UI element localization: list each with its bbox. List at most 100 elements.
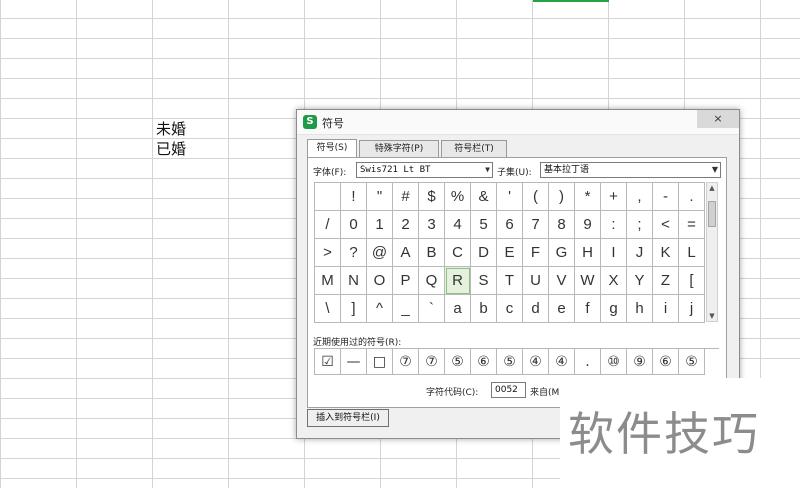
subset-select[interactable]: 基本拉丁语 ▼ bbox=[540, 162, 721, 178]
recent-symbol-cell[interactable]: — bbox=[341, 349, 367, 375]
dialog-titlebar[interactable]: S 符号 × bbox=[297, 110, 739, 135]
symbol-cell[interactable]: : bbox=[601, 211, 627, 239]
cell-unmarried[interactable]: 未婚 bbox=[156, 119, 186, 139]
tab-symbol-bar[interactable]: 符号栏(T) bbox=[441, 140, 507, 157]
symbol-cell[interactable] bbox=[315, 183, 341, 211]
symbol-cell[interactable]: G bbox=[549, 239, 575, 267]
symbol-cell[interactable]: P bbox=[393, 267, 419, 295]
symbol-cell[interactable]: < bbox=[653, 211, 679, 239]
tab-special-characters[interactable]: 特殊字符(P) bbox=[359, 140, 439, 157]
symbol-cell[interactable]: & bbox=[471, 183, 497, 211]
symbol-cell[interactable]: T bbox=[497, 267, 523, 295]
symbol-cell[interactable]: > bbox=[315, 239, 341, 267]
symbol-cell[interactable]: ; bbox=[627, 211, 653, 239]
symbol-cell[interactable]: C bbox=[445, 239, 471, 267]
close-button[interactable]: × bbox=[697, 110, 739, 128]
symbol-cell[interactable]: N bbox=[341, 267, 367, 295]
insert-to-symbol-bar-button[interactable]: 插入到符号栏(I) bbox=[307, 409, 389, 427]
symbol-cell[interactable]: i bbox=[653, 295, 679, 323]
recent-symbol-cell[interactable]: ⑥ bbox=[471, 349, 497, 375]
symbol-cell[interactable]: V bbox=[549, 267, 575, 295]
recent-symbol-cell[interactable]: ⑨ bbox=[627, 349, 653, 375]
symbol-cell[interactable]: j bbox=[679, 295, 705, 323]
symbol-cell[interactable]: 3 bbox=[419, 211, 445, 239]
scrollbar-thumb[interactable] bbox=[708, 201, 716, 227]
symbol-cell[interactable]: M bbox=[315, 267, 341, 295]
symbol-cell[interactable]: c bbox=[497, 295, 523, 323]
symbol-cell[interactable]: 2 bbox=[393, 211, 419, 239]
symbol-cell[interactable]: L bbox=[679, 239, 705, 267]
symbol-cell[interactable]: _ bbox=[393, 295, 419, 323]
symbol-cell[interactable]: 0 bbox=[341, 211, 367, 239]
symbol-cell[interactable]: D bbox=[471, 239, 497, 267]
symbol-cell[interactable]: E bbox=[497, 239, 523, 267]
symbol-cell[interactable]: + bbox=[601, 183, 627, 211]
symbol-cell[interactable]: ` bbox=[419, 295, 445, 323]
scroll-down-icon[interactable]: ▼ bbox=[707, 311, 717, 321]
symbol-cell[interactable]: ] bbox=[341, 295, 367, 323]
recent-symbol-cell[interactable]: ⑤ bbox=[445, 349, 471, 375]
symbol-cell[interactable]: J bbox=[627, 239, 653, 267]
recent-symbol-cell[interactable]: ④ bbox=[523, 349, 549, 375]
symbol-cell[interactable]: ? bbox=[341, 239, 367, 267]
recent-symbol-cell[interactable]: ⑥ bbox=[653, 349, 679, 375]
symbol-cell[interactable]: 6 bbox=[497, 211, 523, 239]
symbol-cell[interactable]: ! bbox=[341, 183, 367, 211]
symbol-cell[interactable]: 1 bbox=[367, 211, 393, 239]
symbol-cell[interactable]: = bbox=[679, 211, 705, 239]
recent-symbol-cell[interactable]: ⑤ bbox=[497, 349, 523, 375]
symbol-cell[interactable]: / bbox=[315, 211, 341, 239]
recent-symbol-cell[interactable]: ⑦ bbox=[393, 349, 419, 375]
symbol-cell[interactable]: [ bbox=[679, 267, 705, 295]
font-select[interactable]: Swis721 Lt BT ▼ bbox=[356, 162, 493, 178]
symbol-cell[interactable]: $ bbox=[419, 183, 445, 211]
recent-symbol-cell[interactable]: . bbox=[575, 349, 601, 375]
symbol-grid-scrollbar[interactable]: ▲ ▼ bbox=[706, 182, 718, 322]
symbol-cell[interactable]: K bbox=[653, 239, 679, 267]
symbol-cell[interactable]: Z bbox=[653, 267, 679, 295]
symbol-cell[interactable]: 4 bbox=[445, 211, 471, 239]
scroll-up-icon[interactable]: ▲ bbox=[707, 183, 717, 193]
symbol-cell[interactable]: Y bbox=[627, 267, 653, 295]
symbol-cell[interactable]: h bbox=[627, 295, 653, 323]
symbol-cell[interactable]: Q bbox=[419, 267, 445, 295]
symbol-cell[interactable]: ^ bbox=[367, 295, 393, 323]
symbol-cell[interactable]: B bbox=[419, 239, 445, 267]
symbol-cell[interactable]: # bbox=[393, 183, 419, 211]
recent-symbol-cell[interactable]: □ bbox=[367, 349, 393, 375]
recent-symbol-cell[interactable]: ⑩ bbox=[601, 349, 627, 375]
symbol-cell[interactable]: ' bbox=[497, 183, 523, 211]
char-code-input[interactable]: 0052 bbox=[491, 382, 526, 398]
symbol-cell[interactable]: . bbox=[679, 183, 705, 211]
symbol-cell[interactable]: % bbox=[445, 183, 471, 211]
symbol-cell[interactable]: e bbox=[549, 295, 575, 323]
symbol-cell[interactable]: R bbox=[445, 267, 471, 295]
tab-symbols[interactable]: 符号(S) bbox=[307, 139, 357, 158]
symbol-cell[interactable]: - bbox=[653, 183, 679, 211]
symbol-cell[interactable]: d bbox=[523, 295, 549, 323]
symbol-cell[interactable]: \ bbox=[315, 295, 341, 323]
recent-symbol-cell[interactable]: ⑤ bbox=[679, 349, 705, 375]
cell-married[interactable]: 已婚 bbox=[156, 139, 186, 159]
recent-symbol-cell[interactable]: ④ bbox=[549, 349, 575, 375]
symbol-cell[interactable]: A bbox=[393, 239, 419, 267]
symbol-cell[interactable]: I bbox=[601, 239, 627, 267]
symbol-cell[interactable]: g bbox=[601, 295, 627, 323]
symbol-cell[interactable]: ( bbox=[523, 183, 549, 211]
symbol-cell[interactable]: @ bbox=[367, 239, 393, 267]
symbol-cell[interactable]: O bbox=[367, 267, 393, 295]
symbol-cell[interactable]: 5 bbox=[471, 211, 497, 239]
symbol-cell[interactable]: F bbox=[523, 239, 549, 267]
recent-symbol-cell[interactable]: ☑ bbox=[315, 349, 341, 375]
symbol-cell[interactable]: 7 bbox=[523, 211, 549, 239]
symbol-cell[interactable]: , bbox=[627, 183, 653, 211]
symbol-cell[interactable]: H bbox=[575, 239, 601, 267]
symbol-cell[interactable]: 9 bbox=[575, 211, 601, 239]
symbol-cell[interactable]: f bbox=[575, 295, 601, 323]
symbol-cell[interactable]: S bbox=[471, 267, 497, 295]
symbol-cell[interactable]: ) bbox=[549, 183, 575, 211]
symbol-cell[interactable]: a bbox=[445, 295, 471, 323]
recent-symbol-cell[interactable]: ⑦ bbox=[419, 349, 445, 375]
symbol-cell[interactable]: " bbox=[367, 183, 393, 211]
symbol-cell[interactable]: b bbox=[471, 295, 497, 323]
